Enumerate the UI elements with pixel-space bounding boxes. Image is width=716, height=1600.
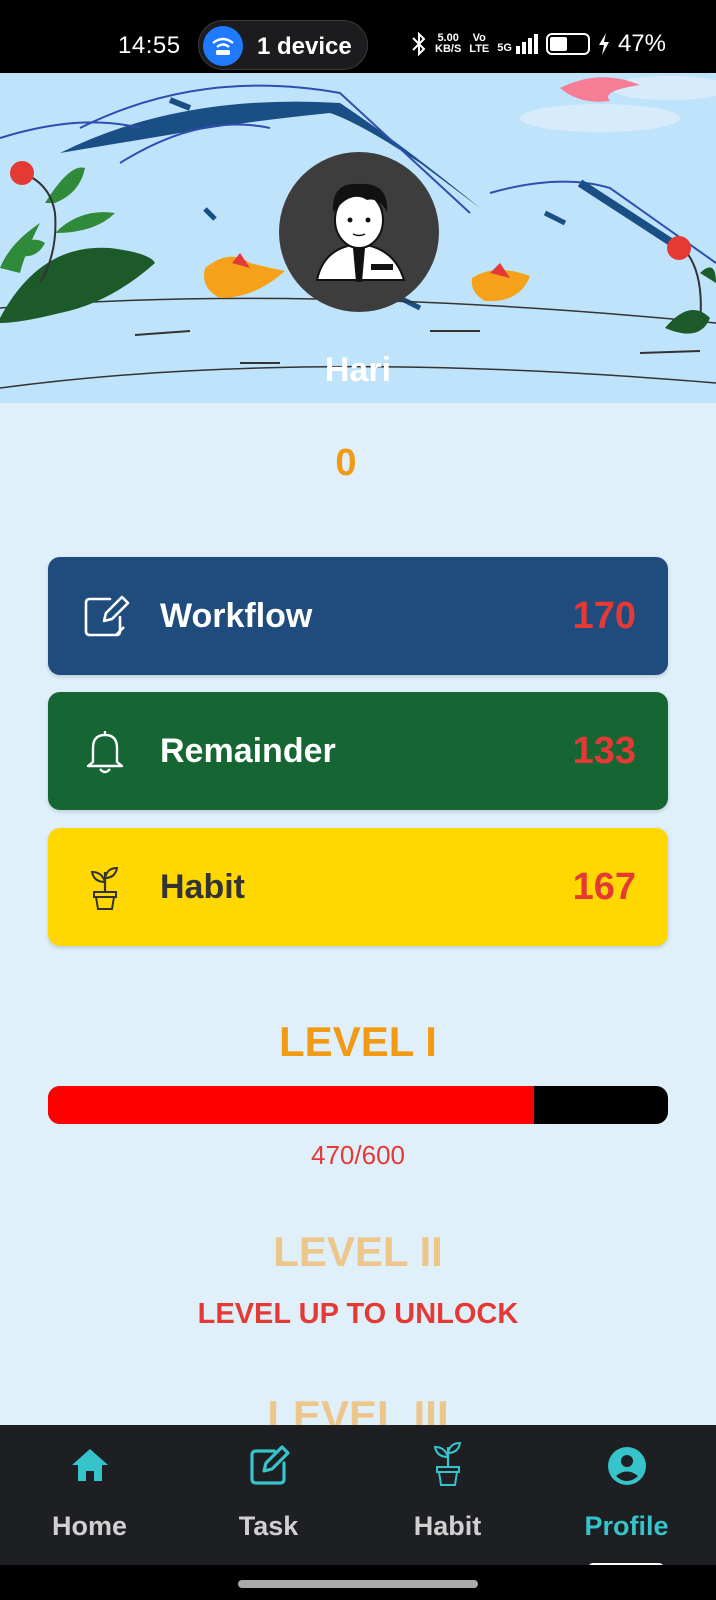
nav-task[interactable]: Task — [179, 1425, 358, 1565]
plant-pot-icon — [90, 866, 119, 910]
edit-note-icon — [84, 595, 130, 637]
level-2-title: LEVEL II — [273, 1228, 443, 1275]
nav-profile[interactable]: Profile — [537, 1425, 716, 1565]
wifi-hotspot-icon — [203, 26, 243, 66]
level-1-title: LEVEL I — [279, 1018, 437, 1065]
level-progress-fill — [48, 1086, 534, 1124]
remainder-label: Remainder — [160, 732, 336, 770]
level-up-to-unlock-text: LEVEL UP TO UNLOCK — [197, 1298, 519, 1330]
nav-task-label: Task — [238, 1511, 299, 1541]
device-count-label: 1 device — [257, 33, 352, 60]
hotspot-device-pill[interactable]: 1 device — [198, 20, 368, 70]
charging-icon — [598, 33, 609, 55]
nav-profile-label: Profile — [584, 1511, 669, 1541]
volte-icon: Vo LTE — [469, 32, 490, 55]
remainder-card[interactable]: Remainder 133 — [48, 692, 668, 810]
workflow-label: Workflow — [160, 597, 313, 635]
bottom-navigation: Home Task Habit Profile — [0, 1425, 716, 1565]
status-bar: 14:55 1 device 5.00 KB/S Vo LTE 5G 47% — [0, 0, 716, 73]
bell-icon — [86, 731, 124, 774]
remainder-count: 133 — [572, 730, 636, 772]
nav-habit-label: Habit — [413, 1511, 482, 1541]
workflow-count: 170 — [572, 595, 636, 637]
net-speed: 5.00 KB/S — [435, 32, 462, 55]
battery-icon — [545, 33, 590, 55]
habit-label: Habit — [160, 868, 245, 906]
bluetooth-icon — [412, 32, 426, 56]
plant-pot-icon — [433, 1441, 462, 1486]
user-name: Hari — [324, 351, 392, 389]
habit-card[interactable]: Habit 167 — [48, 828, 668, 946]
level-progress-bar — [48, 1086, 668, 1124]
status-time: 14:55 — [118, 32, 181, 59]
status-icons: 5.00 KB/S Vo LTE 5G 47% — [411, 30, 666, 58]
signal-icon: 5G — [497, 34, 538, 54]
home-gesture-bar[interactable] — [238, 1580, 478, 1588]
account-circle-icon — [608, 1447, 646, 1485]
nav-habit[interactable]: Habit — [358, 1425, 537, 1565]
workflow-card[interactable]: Workflow 170 — [48, 557, 668, 675]
battery-percent: 47% — [617, 30, 666, 57]
home-icon — [72, 1449, 108, 1481]
points-value: 0 — [335, 442, 357, 484]
avatar[interactable] — [279, 152, 439, 312]
profile-header-banner: Hari — [0, 73, 716, 403]
level-progress-text: 470/600 — [311, 1140, 405, 1170]
edit-icon — [250, 1445, 290, 1485]
nav-home[interactable]: Home — [0, 1425, 179, 1565]
nav-home-label: Home — [51, 1511, 127, 1541]
habit-count: 167 — [572, 866, 636, 908]
